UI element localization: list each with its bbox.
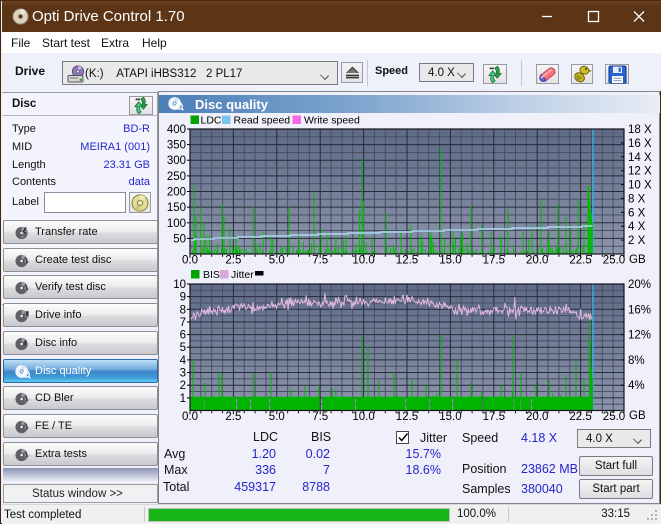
- svg-text:6 X: 6 X: [628, 207, 646, 219]
- svg-text:20%: 20%: [628, 279, 651, 291]
- svg-text:0.0: 0.0: [182, 411, 198, 423]
- svg-text:5.0: 5.0: [269, 411, 285, 423]
- svg-text:2.5: 2.5: [225, 411, 241, 423]
- svg-text:17.5: 17.5: [483, 411, 505, 423]
- svg-text:300: 300: [167, 155, 186, 167]
- svg-text:12.5: 12.5: [396, 411, 418, 423]
- svg-text:Write speed: Write speed: [304, 115, 360, 127]
- svg-text:10.0: 10.0: [352, 411, 374, 423]
- svg-text:400: 400: [167, 124, 186, 136]
- svg-text:2: 2: [180, 380, 186, 392]
- svg-text:GB: GB: [629, 410, 646, 422]
- svg-text:LDC: LDC: [201, 115, 222, 127]
- svg-text:16%: 16%: [628, 304, 651, 316]
- svg-text:6: 6: [180, 330, 186, 342]
- svg-text:Read speed: Read speed: [234, 115, 291, 127]
- svg-text:200: 200: [167, 187, 186, 199]
- svg-text:150: 150: [167, 202, 186, 214]
- svg-text:14 X: 14 X: [628, 152, 652, 164]
- svg-text:7.5: 7.5: [312, 411, 328, 423]
- svg-text:3: 3: [180, 368, 186, 380]
- svg-text:50: 50: [173, 233, 186, 245]
- svg-text:10: 10: [173, 279, 186, 291]
- svg-text:8%: 8%: [628, 355, 645, 367]
- svg-text:7: 7: [180, 317, 186, 329]
- svg-text:25.0: 25.0: [603, 411, 625, 423]
- svg-text:10 X: 10 X: [628, 180, 652, 192]
- svg-text:i: i: [24, 338, 26, 347]
- svg-text:100: 100: [167, 218, 186, 230]
- svg-text:20.0: 20.0: [526, 411, 548, 423]
- svg-text:Jitter: Jitter: [231, 269, 254, 281]
- svg-text:350: 350: [167, 140, 186, 152]
- svg-text:BIS: BIS: [203, 269, 220, 281]
- svg-text:4: 4: [180, 355, 187, 367]
- svg-text:12 X: 12 X: [628, 166, 652, 178]
- svg-text:1: 1: [180, 393, 186, 405]
- svg-text:16 X: 16 X: [628, 138, 652, 150]
- svg-text:4%: 4%: [628, 380, 645, 392]
- svg-text:15.0: 15.0: [439, 411, 461, 423]
- svg-text:18 X: 18 X: [628, 124, 652, 136]
- svg-text:5: 5: [180, 342, 186, 354]
- svg-text:4 X: 4 X: [628, 221, 646, 233]
- svg-text:250: 250: [167, 171, 186, 183]
- svg-text:9: 9: [180, 292, 186, 304]
- svg-text:8: 8: [180, 304, 186, 316]
- svg-text:22.5: 22.5: [569, 411, 591, 423]
- svg-text:2 X: 2 X: [628, 235, 646, 247]
- svg-text:12%: 12%: [628, 330, 651, 342]
- svg-text:8 X: 8 X: [628, 193, 646, 205]
